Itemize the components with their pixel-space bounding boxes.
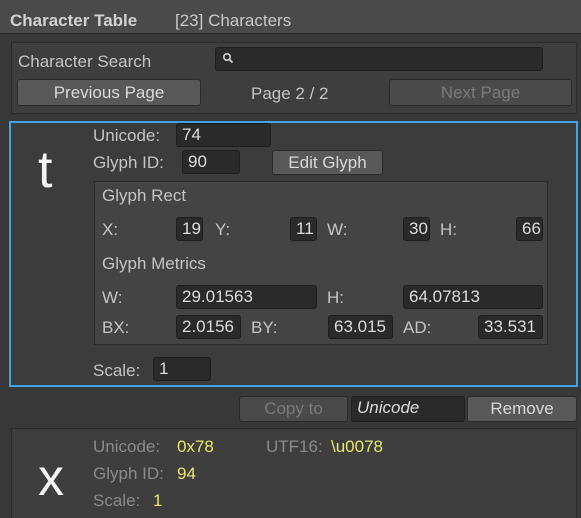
next-unicode-label: Unicode: [93, 437, 161, 456]
character-count: [23] Characters [175, 11, 292, 30]
copy-target-field[interactable]: Unicode [351, 396, 465, 422]
rect-w-label: W: [327, 220, 348, 239]
rect-w-field[interactable]: 30 [403, 217, 430, 241]
next-glyph-id-value: 94 [177, 464, 196, 483]
rect-h-field[interactable]: 66 [516, 217, 543, 241]
unicode-label: Unicode: [93, 126, 161, 145]
rect-y-label: Y: [215, 220, 231, 239]
next-utf16-value: \u0078 [331, 437, 383, 456]
metrics-h-label: H: [327, 288, 344, 307]
search-label: Character Search [18, 52, 152, 71]
previous-page-button[interactable]: Previous Page [17, 79, 201, 106]
character-glyph-preview: t [38, 141, 53, 199]
search-input[interactable] [215, 47, 543, 71]
next-unicode-value: 0x78 [177, 437, 214, 456]
metrics-w-label: W: [102, 288, 123, 307]
scale-field[interactable]: 1 [153, 357, 211, 381]
metrics-by-label: BY: [251, 318, 278, 337]
next-utf16-label: UTF16: [266, 437, 323, 456]
glyph-id-field[interactable]: 90 [182, 150, 240, 174]
unicode-field[interactable]: 74 [176, 123, 271, 147]
page-status: Page 2 / 2 [251, 84, 329, 103]
metrics-ad-label: AD: [403, 318, 432, 337]
copy-to-button[interactable]: Copy to [239, 396, 348, 422]
search-icon [222, 52, 234, 64]
glyph-metrics-title: Glyph Metrics [102, 254, 206, 273]
glyph-rect-title: Glyph Rect [102, 186, 187, 205]
remove-button[interactable]: Remove [467, 396, 577, 422]
next-scale-label: Scale: [93, 491, 141, 510]
scale-label: Scale: [93, 361, 141, 380]
rect-x-label: X: [102, 220, 119, 239]
next-glyph-id-label: Glyph ID: [93, 464, 164, 483]
rect-y-field[interactable]: 11 [290, 217, 317, 241]
rect-h-label: H: [440, 220, 457, 239]
metrics-h-field[interactable]: 64.07813 [403, 285, 543, 309]
next-character-glyph: x [38, 449, 64, 507]
metrics-w-field[interactable]: 29.01563 [176, 285, 317, 309]
next-page-button[interactable]: Next Page [389, 79, 572, 106]
rect-x-field[interactable]: 19 [176, 217, 203, 241]
header-bar: Character Table [23] Characters [0, 0, 581, 34]
metrics-ad-field[interactable]: 33.531 [478, 315, 543, 339]
metrics-bx-label: BX: [102, 318, 130, 337]
metrics-by-field[interactable]: 63.015 [328, 315, 393, 339]
metrics-bx-field[interactable]: 2.0156 [176, 315, 241, 339]
edit-glyph-button[interactable]: Edit Glyph [272, 150, 383, 175]
next-scale-value: 1 [153, 491, 163, 510]
glyph-id-label: Glyph ID: [93, 153, 164, 172]
panel-title: Character Table [10, 11, 138, 30]
